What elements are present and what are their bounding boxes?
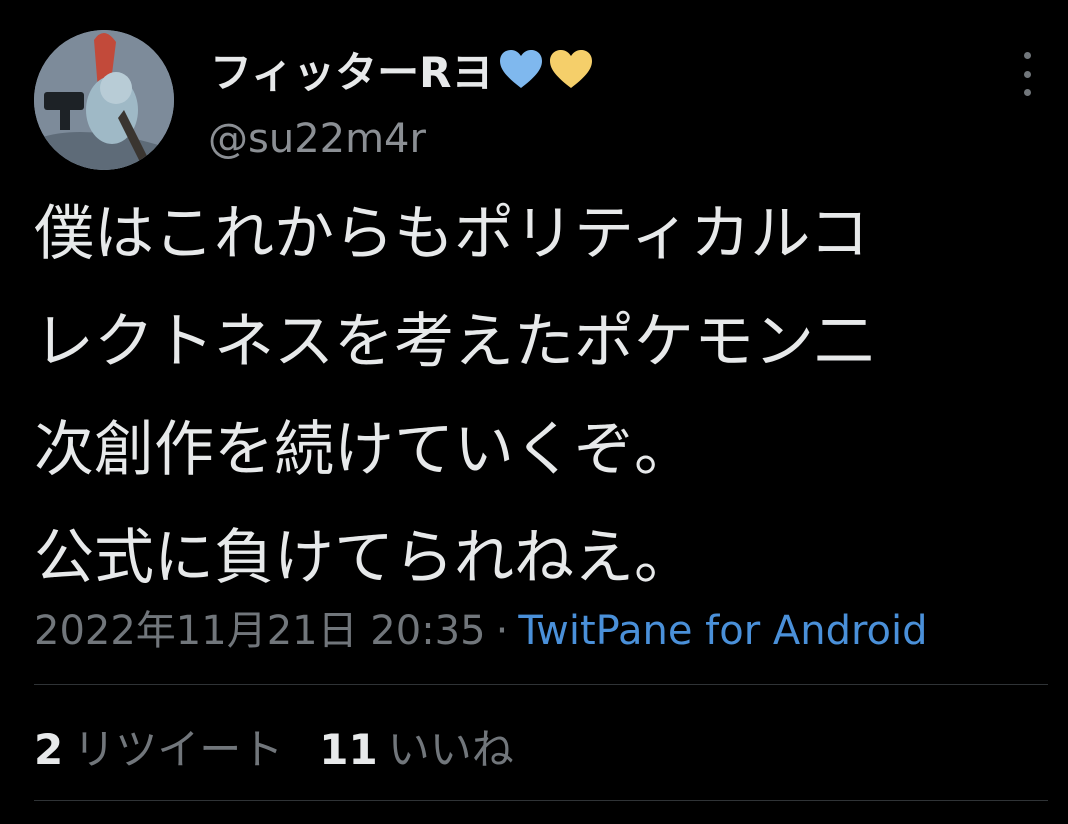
more-dot (1023, 52, 1031, 59)
avatar[interactable] (34, 30, 174, 170)
retweets-count: 2 (34, 725, 64, 774)
tweet-text: 僕はこれからもポリティカルコ レクトネスを考えたポケモン二 次創作を続けていくぞ… (34, 180, 1034, 612)
meta-separator: · (495, 608, 509, 654)
display-name[interactable]: フィッターRヨ (210, 40, 594, 98)
divider-top (34, 684, 1048, 685)
timestamp[interactable]: 2022年11月21日 20:35 (34, 608, 486, 654)
tweet-line: 僕はこれからもポリティカルコ (34, 199, 870, 269)
likes-label: いいね (387, 725, 514, 774)
tweet-line: 公式に負けてられねえ。 (34, 523, 694, 593)
display-name-text[interactable]: フィッターRヨ (210, 39, 494, 100)
more-dot (1023, 89, 1031, 96)
more-vertical-icon[interactable] (1012, 52, 1042, 96)
tweet-stats: 2 リツイート 11 いいね (34, 716, 514, 777)
retweets-stat[interactable]: 2 リツイート (34, 725, 283, 774)
divider-bottom (34, 800, 1048, 801)
retweets-label: リツイート (73, 725, 284, 774)
source-link[interactable]: TwitPane for Android (518, 608, 927, 654)
yellow-heart-icon (548, 48, 594, 90)
user-handle[interactable]: @su22m4r (208, 116, 426, 162)
tweet-line: 次創作を続けていくぞ。 (34, 415, 694, 485)
likes-count: 11 (319, 725, 378, 774)
likes-stat[interactable]: 11 いいね (319, 725, 513, 774)
tweet-line: レクトネスを考えたポケモン二 (34, 307, 874, 377)
blue-heart-icon (498, 48, 544, 90)
tweet-meta: 2022年11月21日 20:35 · TwitPane for Android (34, 598, 928, 656)
more-dot (1023, 70, 1031, 78)
